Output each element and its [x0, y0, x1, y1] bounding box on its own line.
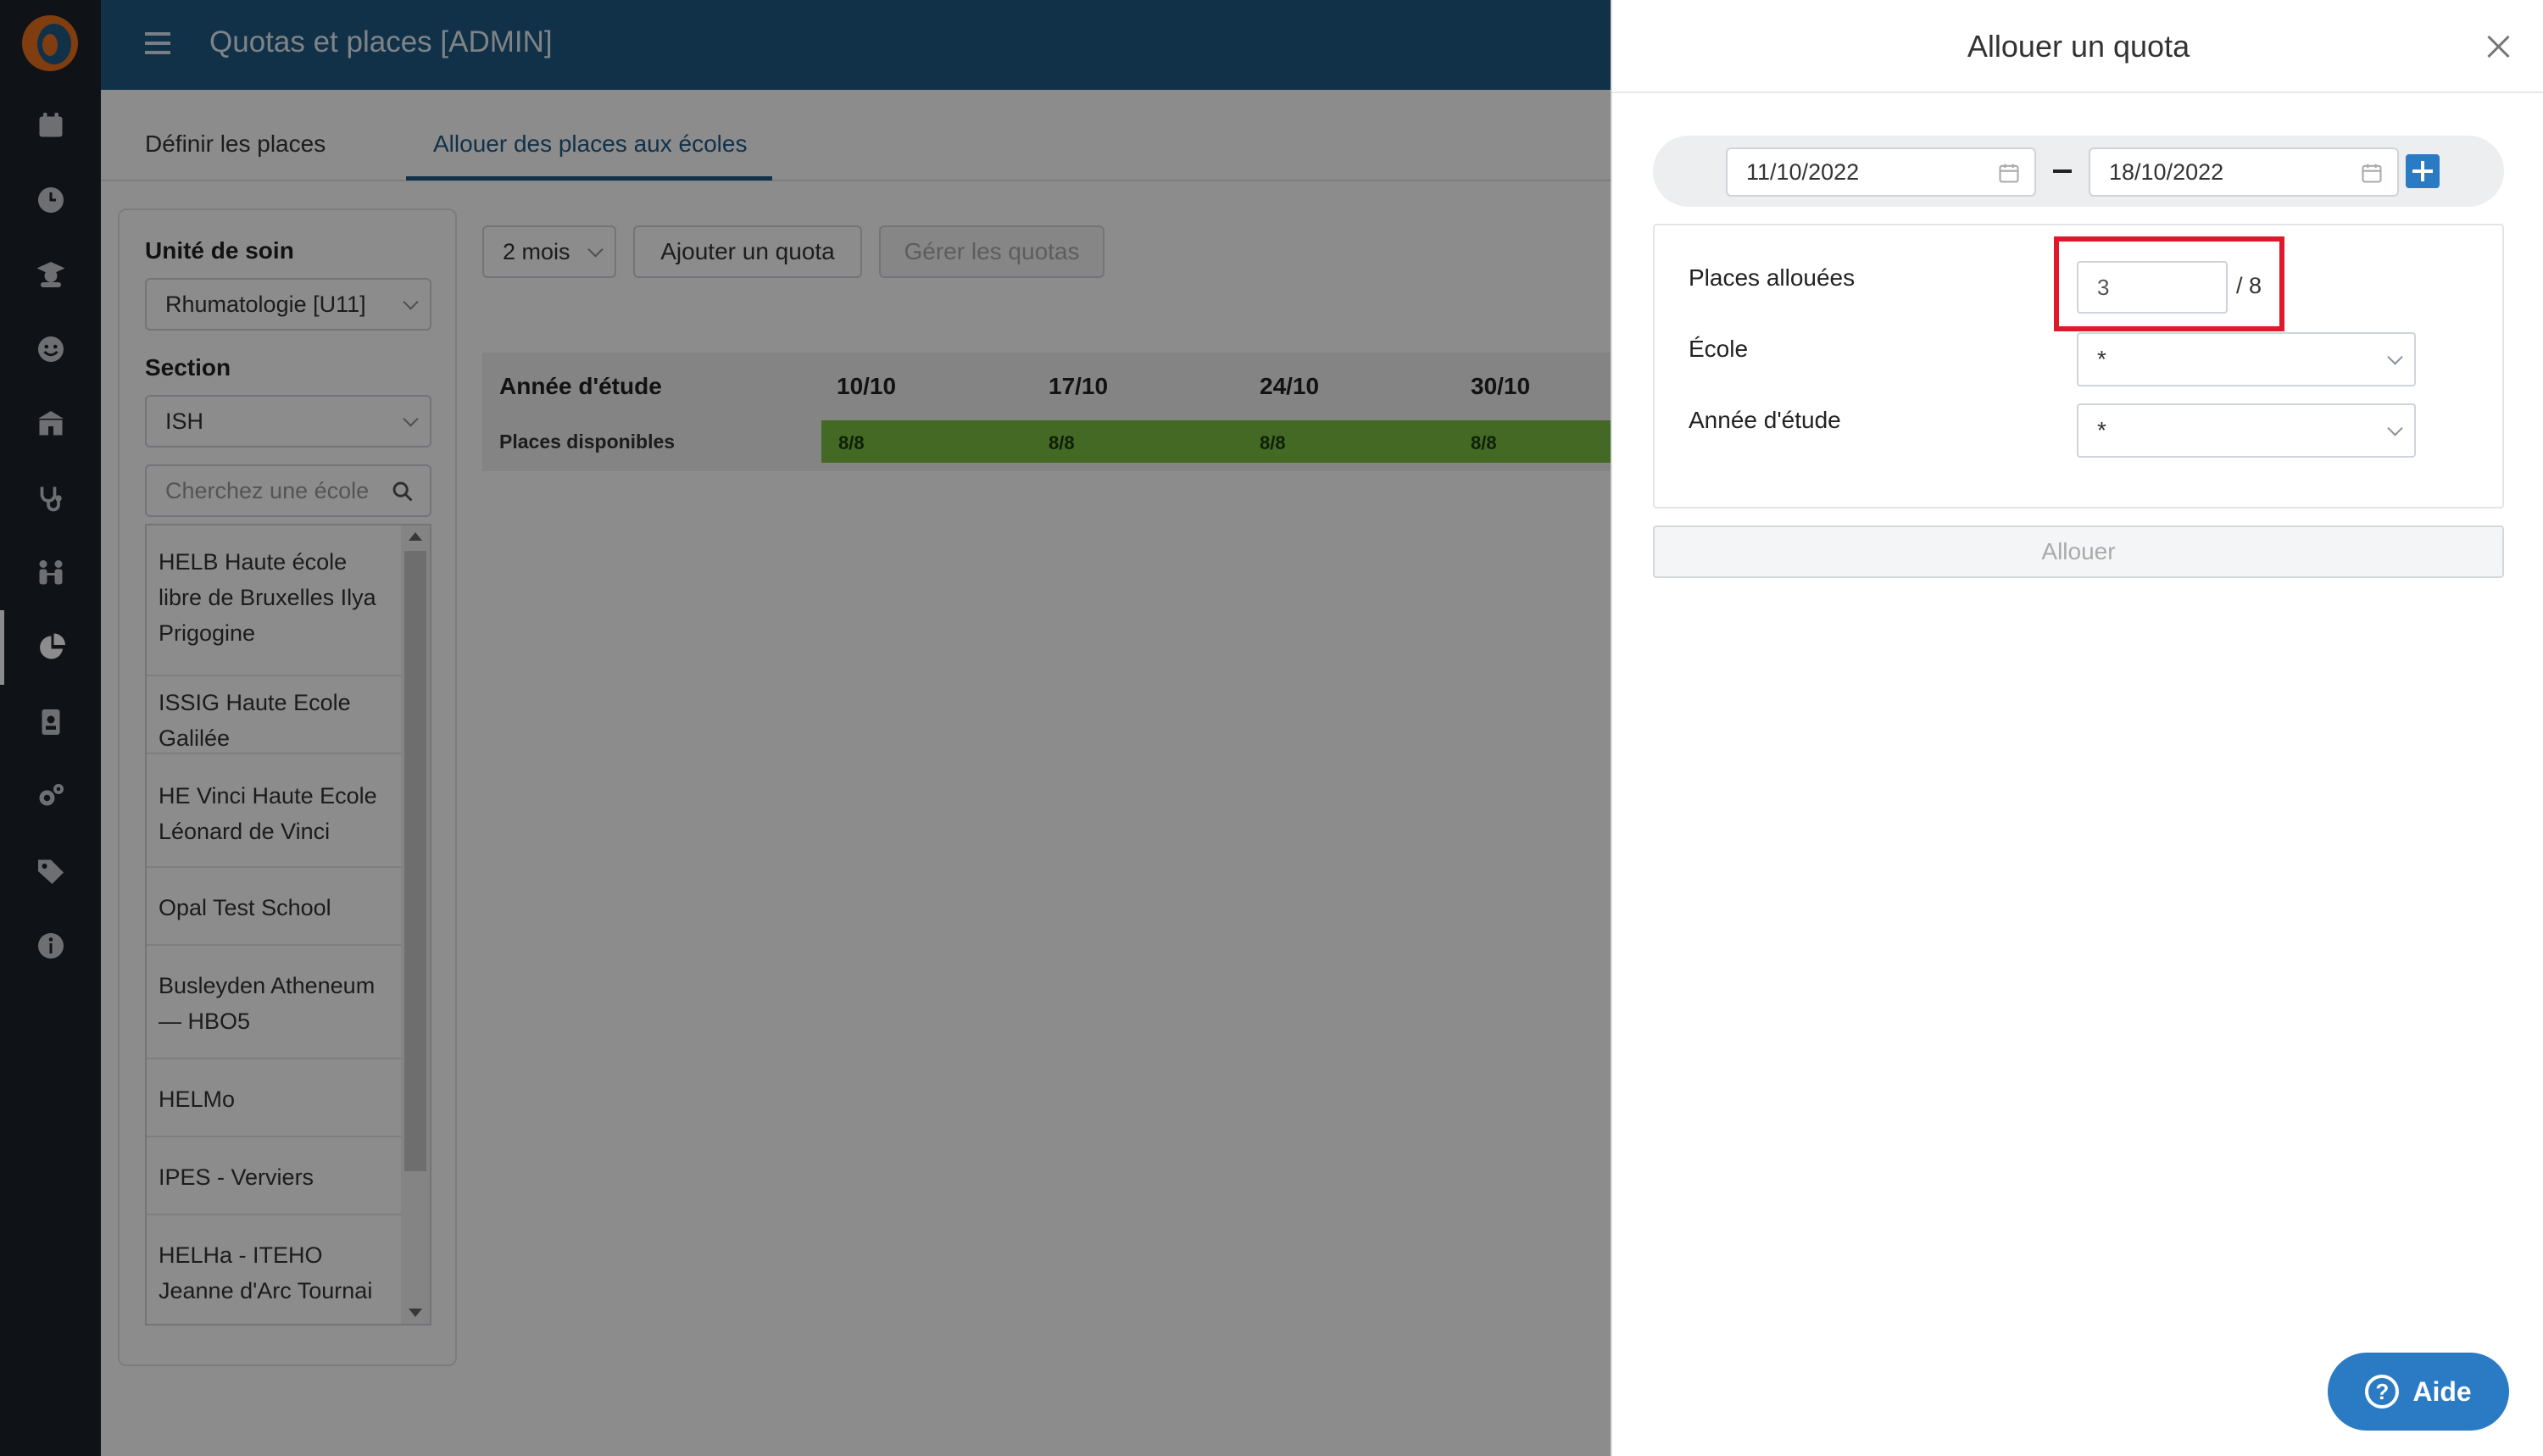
modal-backdrop[interactable] [0, 0, 1611, 1456]
help-button[interactable]: ? Aide [2328, 1353, 2509, 1431]
year-select[interactable]: * [2077, 403, 2416, 458]
drawer-title: Allouer un quota [1967, 29, 2190, 64]
allocate-button[interactable]: Allouer [1653, 525, 2504, 578]
close-icon[interactable] [2485, 34, 2511, 59]
help-label: Aide [2412, 1375, 2472, 1407]
end-date-input[interactable]: 18/10/2022 [2089, 147, 2399, 197]
drawer-divider [1612, 92, 2543, 93]
add-period-button[interactable] [2406, 154, 2440, 188]
start-date-input[interactable]: 11/10/2022 [1726, 147, 2036, 197]
year-select-value: * [2097, 417, 2106, 443]
school-select[interactable]: * [2077, 332, 2416, 386]
chevron-down-icon [2387, 349, 2403, 365]
places-highlight-box [2054, 236, 2284, 331]
date-range-dash [2053, 169, 2072, 173]
start-date-value: 11/10/2022 [1746, 158, 1860, 185]
chevron-down-icon [2387, 420, 2403, 436]
calendar-icon [2362, 164, 2382, 183]
year-label: Année d'étude [1689, 407, 1841, 433]
date-range-bar: 11/10/2022 18/10/2022 [1653, 136, 2504, 207]
school-label: École [1689, 336, 1749, 362]
places-label: Places allouées [1689, 264, 1856, 291]
question-icon: ? [2365, 1375, 2400, 1409]
calendar-icon [1999, 164, 2019, 183]
school-select-value: * [2097, 346, 2106, 372]
end-date-value: 18/10/2022 [2109, 158, 2224, 185]
allocate-quota-drawer: Allouer un quota 11/10/2022 18/10/2022 P… [1611, 0, 2543, 1456]
